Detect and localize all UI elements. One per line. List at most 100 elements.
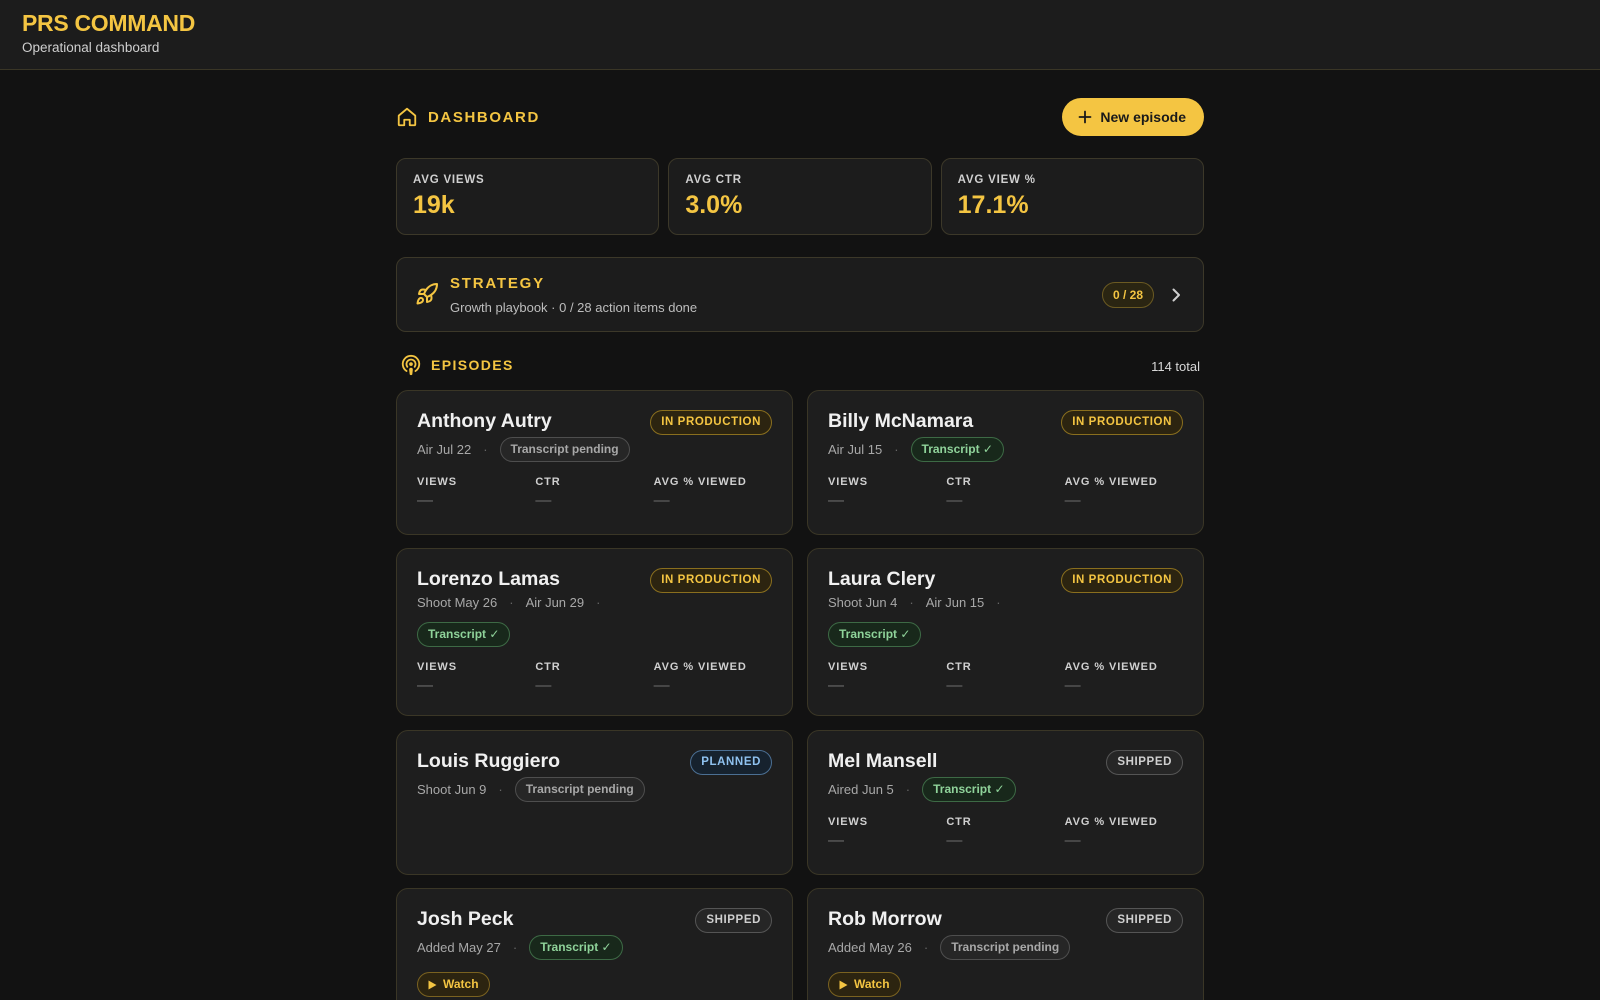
episode-card-anthony-autry[interactable]: Anthony Autry IN PRODUCTION Air Jul 22 · Tra… [396, 390, 793, 535]
episode-metrics: VIEWS — CTR — AVG % VIEWED — [828, 816, 1183, 850]
rocket-icon [416, 282, 438, 305]
episode-meta: Air Jul 15 · Transcript ✓ [828, 437, 1183, 462]
episode-metrics: VIEWS — CTR — AVG % VIEWED — [417, 661, 772, 695]
metric-value: — [535, 677, 552, 694]
status-badge: IN PRODUCTION [1061, 410, 1183, 435]
stat-card-avg-view-percent: AVG VIEW % 17.1% [940, 158, 1204, 235]
episode-date: Air Jul 15 [828, 442, 883, 457]
episode-date: Aired Jun 5 [828, 782, 894, 797]
metric-label: AVG % VIEWED [1064, 476, 1158, 488]
metric-value: — [828, 492, 844, 509]
metric-label: CTR [946, 661, 972, 673]
metric-value: — [828, 832, 844, 849]
dashboard-header: DASHBOARD New episode [396, 98, 1204, 136]
separator-dot: · [498, 782, 503, 797]
metric-views: VIEWS — [417, 476, 535, 510]
watch-button[interactable]: Watch [828, 972, 901, 997]
separator-dot: · [509, 595, 514, 610]
metric-value: — [946, 492, 963, 509]
episode-meta: Aired Jun 5 · Transcript ✓ [828, 777, 1183, 802]
episode-card-lorenzo-lamas[interactable]: Lorenzo Lamas IN PRODUCTION Shoot May 26 · A… [396, 548, 793, 716]
metric-views: VIEWS — [417, 661, 535, 695]
episode-date: Air Jul 22 [417, 442, 472, 457]
status-badge: IN PRODUCTION [650, 410, 772, 435]
status-badge: SHIPPED [1106, 750, 1183, 775]
metric-value: — [417, 492, 433, 509]
metric-label: AVG % VIEWED [1064, 816, 1158, 828]
metric-value: — [1064, 677, 1081, 694]
watch-label: Watch [854, 977, 890, 991]
metric-avg-viewed: AVG % VIEWED — [1065, 816, 1183, 850]
dashboard-title: DASHBOARD [396, 106, 540, 128]
episode-date: Shoot May 26 [417, 595, 498, 610]
metric-value: — [1064, 832, 1081, 849]
metric-label: AVG % VIEWED [653, 476, 747, 488]
status-badge: IN PRODUCTION [1061, 568, 1183, 593]
metric-label: VIEWS [417, 476, 457, 488]
metric-avg-viewed: AVG % VIEWED — [654, 661, 772, 695]
episode-date: Shoot Jun 4 [828, 595, 898, 610]
metric-views: VIEWS — [828, 816, 946, 850]
plus-icon [1079, 110, 1092, 124]
metric-ctr: CTR — [535, 661, 653, 695]
episode-meta: Added May 27 · Transcript ✓ Watch [417, 935, 772, 997]
separator-dot: · [512, 940, 518, 955]
stat-label: AVG VIEW % [957, 174, 1036, 186]
metric-ctr: CTR — [946, 476, 1064, 510]
episodes-title-label: EPISODES [431, 357, 514, 373]
stats-row: AVG VIEWS 19k AVG CTR 3.0% AVG VIEW % 17… [396, 158, 1204, 235]
metric-views: VIEWS — [828, 661, 946, 695]
episode-meta: Air Jul 22 · Transcript pending [417, 437, 772, 462]
episode-date: Air Jun 29 [525, 595, 585, 610]
status-badge: IN PRODUCTION [650, 568, 772, 593]
metric-value: — [653, 677, 670, 694]
episode-card-louis-ruggiero[interactable]: Louis Ruggiero PLANNED Shoot Jun 9 · Transcr… [396, 730, 793, 875]
strategy-card[interactable]: STRATEGY Growth playbook · 0 / 28 action… [396, 257, 1204, 332]
home-icon [397, 107, 417, 127]
chevron-right-icon [1172, 288, 1180, 302]
metric-label: VIEWS [828, 816, 868, 828]
episode-card-laura-clery[interactable]: Laura Clery IN PRODUCTION Shoot Jun 4 · Air … [807, 548, 1204, 716]
episode-meta: Shoot May 26 · Air Jun 29 · Transcript ✓ [417, 595, 772, 647]
metric-label: AVG % VIEWED [653, 661, 747, 673]
strategy-title: STRATEGY [450, 275, 545, 292]
episode-card-rob-morrow[interactable]: Rob Morrow SHIPPED Added May 26 · Transcript… [807, 888, 1204, 1000]
metric-label: AVG % VIEWED [1064, 661, 1158, 673]
episodes-total: 114 total [1151, 359, 1200, 374]
separator-dot: · [894, 442, 899, 457]
strategy-subtitle: Growth playbook · 0 / 28 action items do… [450, 300, 698, 315]
episode-metrics: VIEWS — CTR — AVG % VIEWED — [828, 476, 1183, 510]
separator-dot: · [596, 595, 601, 610]
dashboard-title-label: DASHBOARD [428, 108, 540, 126]
app-subtitle: Operational dashboard [22, 40, 160, 55]
metric-avg-viewed: AVG % VIEWED — [654, 476, 772, 510]
podcast-icon [401, 354, 421, 376]
episode-date: Shoot Jun 9 [417, 782, 487, 797]
metric-value: — [653, 492, 670, 509]
metric-label: CTR [535, 661, 561, 673]
episode-date: Air Jun 15 [925, 595, 985, 610]
separator-dot: · [905, 782, 911, 797]
new-episode-button[interactable]: New episode [1062, 98, 1204, 136]
stat-card-avg-ctr: AVG CTR 3.0% [668, 158, 932, 235]
episode-card-josh-peck[interactable]: Josh Peck SHIPPED Added May 27 · Transcript … [396, 888, 793, 1000]
metric-label: CTR [535, 476, 561, 488]
status-badge: SHIPPED [1106, 908, 1183, 933]
metric-value: — [946, 677, 963, 694]
metric-label: VIEWS [828, 661, 868, 673]
episode-card-billy-mcnamara[interactable]: Billy McNamara IN PRODUCTION Air Jul 15 · Tr… [807, 390, 1204, 535]
episode-card-mel-mansell[interactable]: Mel Mansell SHIPPED Aired Jun 5 · Transcript… [807, 730, 1204, 875]
transcript-badge: Transcript ✓ [828, 622, 922, 647]
metric-label: CTR [946, 816, 972, 828]
metric-label: VIEWS [828, 476, 868, 488]
metric-value: — [946, 832, 963, 849]
transcript-badge: Transcript pending [499, 437, 630, 462]
stat-label: AVG VIEWS [413, 174, 485, 186]
watch-button[interactable]: Watch [417, 972, 490, 997]
metric-views: VIEWS — [828, 476, 946, 510]
episode-meta: Shoot Jun 9 · Transcript pending [417, 777, 772, 802]
metric-value: — [1064, 492, 1081, 509]
stat-value: 3.0% [685, 191, 743, 219]
metric-avg-viewed: AVG % VIEWED — [1065, 661, 1183, 695]
transcript-badge: Transcript ✓ [922, 777, 1016, 802]
